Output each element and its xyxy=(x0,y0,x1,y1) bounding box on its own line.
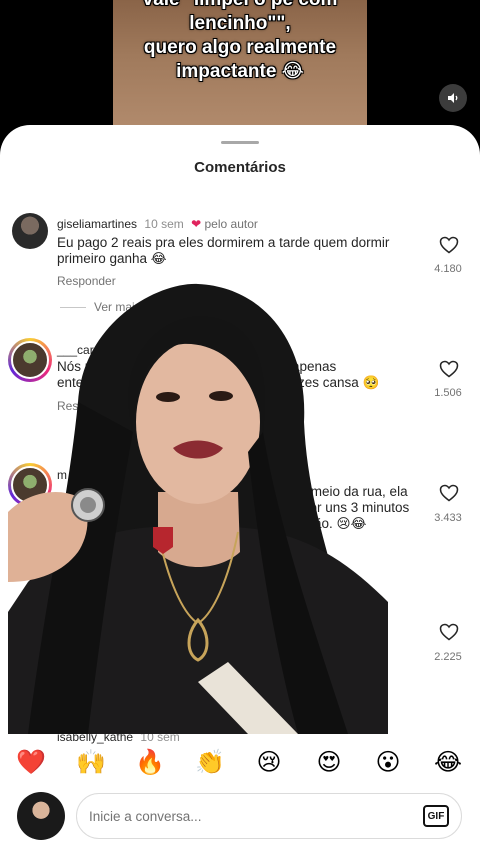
liked-by-author-label: pelo autor xyxy=(204,217,258,231)
author-heart-icon: ❤ xyxy=(191,217,202,231)
comment-header: giseliamartines 10 sem ❤ pelo autor xyxy=(57,217,258,231)
caption-line: lencinho"", xyxy=(189,13,291,34)
comment-time: 10 sem xyxy=(144,217,184,231)
caption-line: quero algo realmente xyxy=(143,37,337,58)
emoji-reaction-bar: ❤️ 🙌 🔥 👏 😢 😍 😮 😂 xyxy=(0,746,480,780)
heart-icon xyxy=(439,623,459,641)
emoji-laughing[interactable]: 😂 xyxy=(431,746,465,780)
sheet-title: Comentários xyxy=(194,159,286,176)
video-overlay-person[interactable] xyxy=(8,282,388,734)
like-count: 4.180 xyxy=(434,263,462,275)
like-button[interactable] xyxy=(436,357,462,381)
emoji-heart-eyes[interactable]: 😍 xyxy=(312,746,346,780)
video-caption: vale "limpei o pé com lencinho"", quero … xyxy=(113,0,367,84)
heart-icon xyxy=(439,484,459,502)
mute-button[interactable] xyxy=(439,84,467,112)
emoji-heart[interactable]: ❤️ xyxy=(14,746,48,780)
emoji-crying[interactable]: 😢 xyxy=(252,746,286,780)
comment-username[interactable]: giseliamartines xyxy=(57,217,137,231)
video-background: vale "limpei o pé com lencinho"", quero … xyxy=(0,0,480,140)
sheet-grabber[interactable] xyxy=(221,141,259,144)
like-count: 2.225 xyxy=(434,651,462,663)
comment-input[interactable] xyxy=(89,794,409,838)
heart-icon xyxy=(439,360,459,378)
caption-line: impactante 😂 xyxy=(176,61,304,82)
like-count: 3.433 xyxy=(434,512,462,524)
emoji-raising-hands[interactable]: 🙌 xyxy=(74,746,108,780)
like-count: 1.506 xyxy=(434,387,462,399)
comment-input-container[interactable]: GIF xyxy=(76,793,462,839)
like-button[interactable] xyxy=(436,481,462,505)
heart-icon xyxy=(439,236,459,254)
gif-button[interactable]: GIF xyxy=(423,805,449,827)
speaker-icon xyxy=(448,93,458,103)
emoji-clapping[interactable]: 👏 xyxy=(193,746,227,780)
emoji-surprised[interactable]: 😮 xyxy=(371,746,405,780)
avatar[interactable] xyxy=(12,213,48,249)
video-player[interactable]: vale "limpei o pé com lencinho"", quero … xyxy=(113,0,367,140)
comment-text: Eu pago 2 reais pra eles dormirem a tard… xyxy=(57,235,390,266)
caption-line: vale "limpei o pé com xyxy=(121,0,359,12)
person-image xyxy=(8,283,388,734)
current-user-avatar xyxy=(17,792,65,840)
like-button[interactable] xyxy=(436,233,462,257)
like-button[interactable] xyxy=(436,620,462,644)
emoji-fire[interactable]: 🔥 xyxy=(133,746,167,780)
